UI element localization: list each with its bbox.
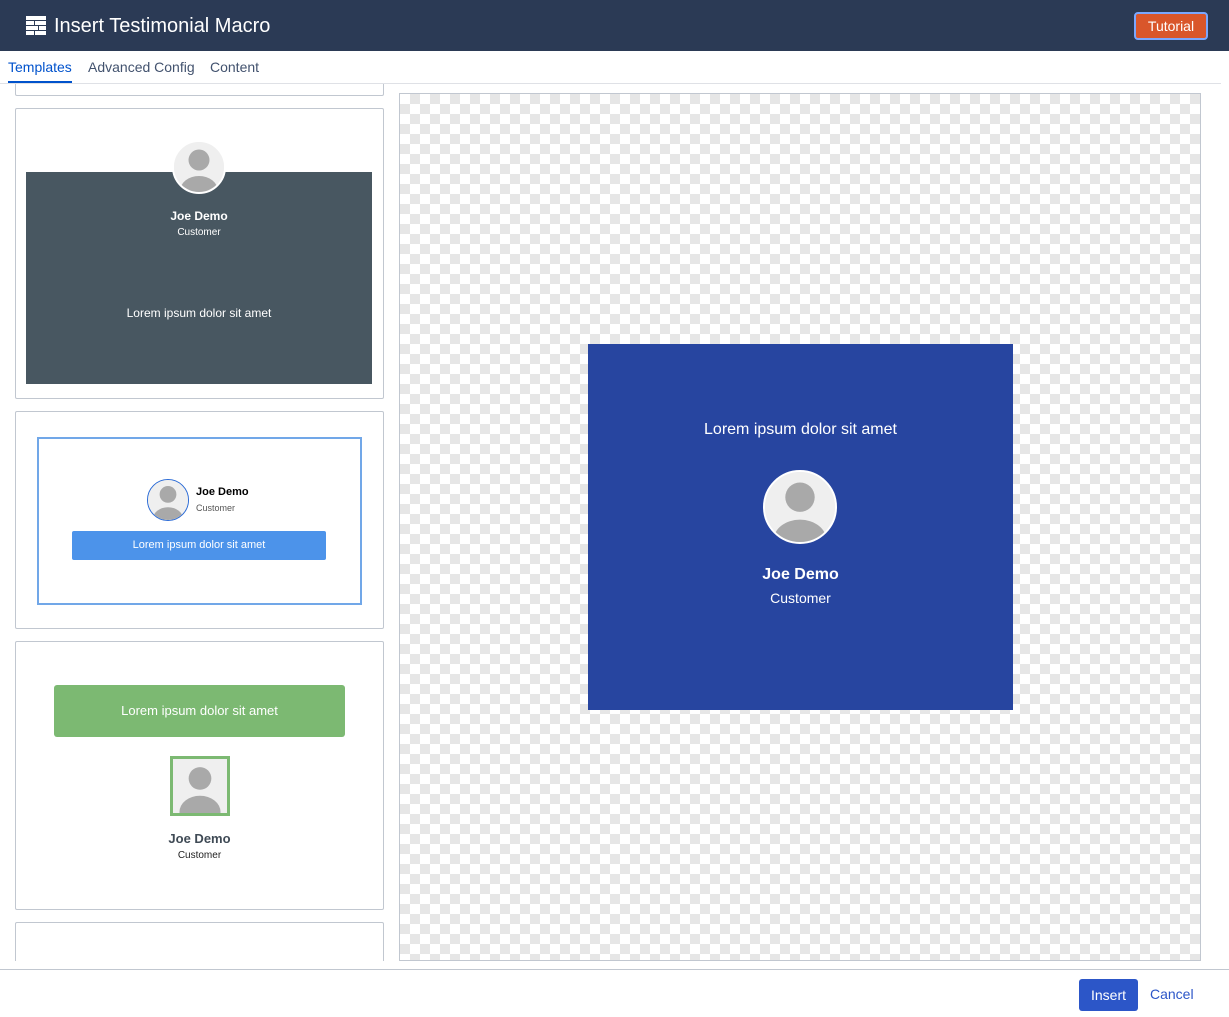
template-card-outlined[interactable]: Joe Demo Customer Lorem ipsum dolor sit … bbox=[15, 411, 384, 629]
tab-templates[interactable]: Templates bbox=[8, 59, 72, 76]
avatar-icon bbox=[172, 140, 226, 194]
template-card-partial-bottom[interactable] bbox=[15, 922, 384, 961]
testimonial-quote: Lorem ipsum dolor sit amet bbox=[126, 306, 272, 320]
active-tab-indicator bbox=[8, 81, 72, 83]
template-dark-panel bbox=[26, 172, 372, 384]
avatar-icon bbox=[170, 756, 230, 816]
dialog-footer: Insert Cancel bbox=[0, 969, 1229, 1017]
tab-advanced-config[interactable]: Advanced Config bbox=[88, 59, 195, 76]
testimonial-name: Joe Demo bbox=[170, 209, 228, 223]
template-preview: Lorem ipsum dolor sit amet Joe Demo Cust… bbox=[399, 93, 1201, 961]
tab-bar: Templates Advanced Config Content bbox=[0, 51, 1221, 84]
template-outline-frame bbox=[37, 437, 362, 605]
testimonial-quote: Lorem ipsum dolor sit amet bbox=[72, 531, 326, 560]
testimonial-role: Customer bbox=[177, 227, 221, 238]
tutorial-button[interactable]: Tutorial bbox=[1134, 12, 1208, 40]
template-card-dark[interactable]: Joe Demo Customer Lorem ipsum dolor sit … bbox=[15, 108, 384, 399]
testimonial-role: Customer bbox=[196, 503, 236, 513]
avatar-icon bbox=[147, 479, 189, 521]
template-card-partial-top[interactable] bbox=[15, 84, 384, 96]
table-icon bbox=[26, 16, 46, 35]
testimonial-name: Joe Demo bbox=[196, 486, 249, 498]
testimonial-role: Customer bbox=[177, 850, 222, 861]
template-list[interactable]: Joe Demo Customer Lorem ipsum dolor sit … bbox=[0, 84, 392, 961]
avatar-icon bbox=[763, 470, 837, 544]
dialog-header: Insert Testimonial Macro Tutorial bbox=[0, 0, 1229, 51]
preview-quote: Lorem ipsum dolor sit amet bbox=[704, 421, 897, 438]
cancel-button[interactable]: Cancel bbox=[1150, 986, 1194, 1002]
testimonial-name: Joe Demo bbox=[168, 831, 231, 846]
insert-button[interactable]: Insert bbox=[1079, 979, 1138, 1011]
preview-role: Customer bbox=[770, 590, 831, 606]
dialog-title: Insert Testimonial Macro bbox=[54, 15, 271, 37]
preview-testimonial-card: Lorem ipsum dolor sit amet Joe Demo Cust… bbox=[588, 344, 1013, 710]
template-card-green[interactable]: Lorem ipsum dolor sit amet Joe Demo Cust… bbox=[15, 641, 384, 910]
preview-name: Joe Demo bbox=[762, 566, 839, 583]
tab-content[interactable]: Content bbox=[210, 59, 259, 76]
testimonial-quote: Lorem ipsum dolor sit amet bbox=[54, 685, 345, 737]
